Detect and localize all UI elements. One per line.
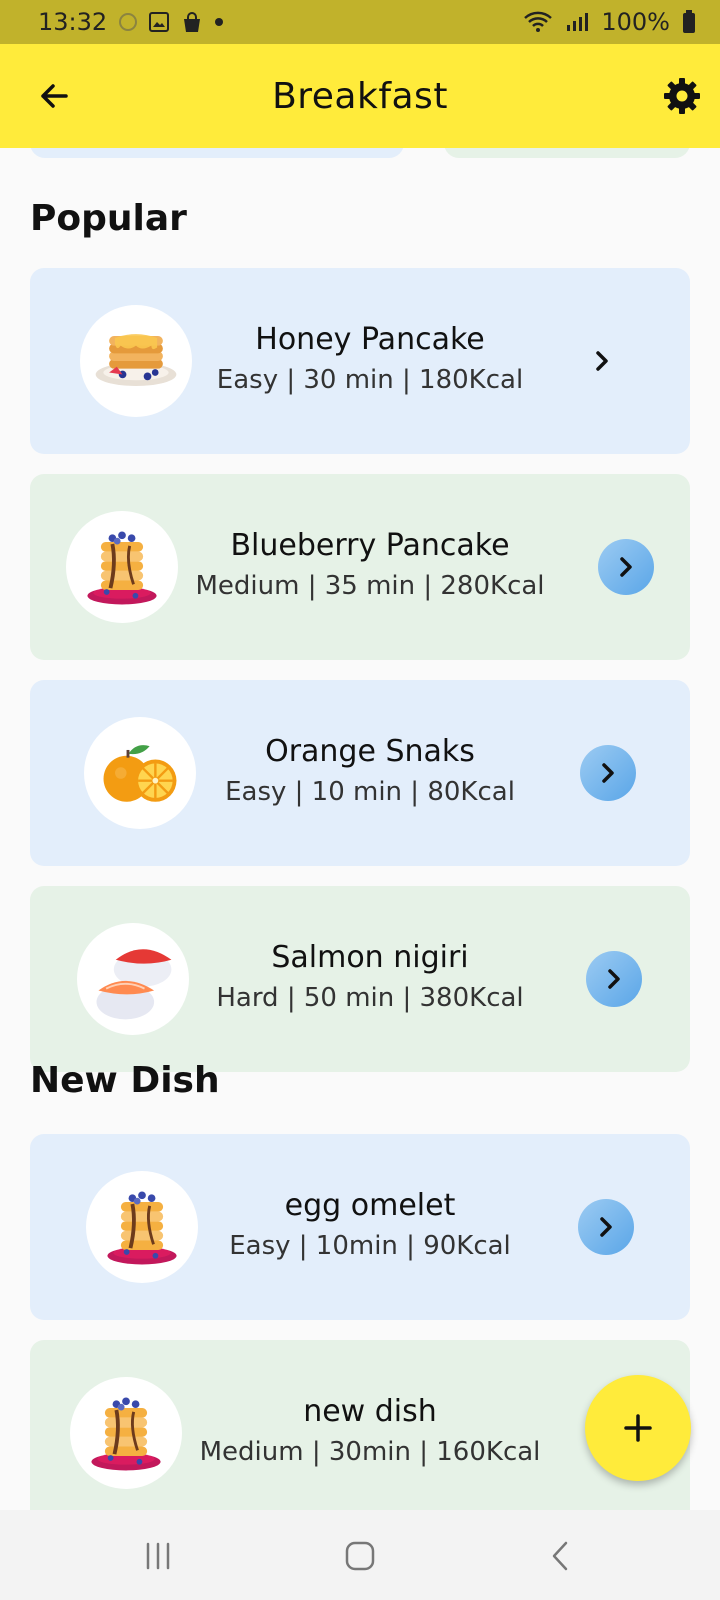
status-bar: 13:32 100%: [0, 0, 720, 44]
arrow-left-icon[interactable]: [32, 74, 76, 118]
page-title: Breakfast: [272, 75, 448, 117]
category-card-peek[interactable]: [30, 148, 404, 158]
status-more-dot-icon: [215, 18, 224, 26]
recipe-info: Salmon nigiri Hard | 50 min | 380Kcal: [170, 938, 570, 1018]
back-nav-icon[interactable]: [538, 1532, 586, 1580]
app-bar: Breakfast: [0, 44, 720, 148]
recipe-name: Blueberry Pancake: [230, 528, 510, 563]
recipe-info: egg omelet Easy | 10min | 90Kcal: [170, 1186, 570, 1266]
home-icon[interactable]: [336, 1532, 384, 1580]
recipe-meta: Medium | 35 min | 280Kcal: [195, 571, 545, 601]
recipe-name: Honey Pancake: [255, 322, 485, 357]
recipe-meta: Easy | 10min | 90Kcal: [229, 1231, 511, 1261]
recipe-name: egg omelet: [284, 1188, 456, 1223]
recipe-meta: Easy | 10 min | 80Kcal: [225, 777, 515, 807]
recipe-name: Orange Snaks: [265, 734, 475, 769]
recipe-meta: Medium | 30min | 160Kcal: [199, 1437, 541, 1467]
recipe-meta: Easy | 30 min | 180Kcal: [216, 365, 524, 395]
system-nav-bar: [0, 1510, 720, 1600]
recipe-info: new dish Medium | 30min | 160Kcal: [170, 1392, 570, 1472]
wifi-icon: [523, 10, 553, 34]
gear-icon[interactable]: [660, 74, 704, 118]
battery-percentage: 100%: [601, 8, 670, 36]
status-time: 13:32: [38, 8, 108, 36]
popular-list[interactable]: Honey Pancake Easy | 30 min | 180Kcal Bl…: [30, 268, 690, 1170]
section-title-new-dish: New Dish: [30, 1060, 220, 1101]
section-title-popular: Popular: [30, 198, 187, 239]
recipe-card[interactable]: Honey Pancake Easy | 30 min | 180Kcal: [30, 268, 690, 454]
category-card-peek[interactable]: [444, 148, 690, 158]
chevron-right-icon[interactable]: [580, 745, 636, 801]
shopping-bag-icon: [181, 11, 203, 33]
recipe-info: Orange Snaks Easy | 10 min | 80Kcal: [170, 732, 570, 812]
pancake-stack-icon: [70, 1377, 182, 1489]
recent-apps-icon[interactable]: [134, 1532, 182, 1580]
chevron-right-icon[interactable]: [598, 539, 654, 595]
plus-icon: [624, 1414, 652, 1442]
recipe-info: Blueberry Pancake Medium | 35 min | 280K…: [170, 526, 570, 606]
recipe-card[interactable]: Orange Snaks Easy | 10 min | 80Kcal: [30, 680, 690, 866]
recipe-card[interactable]: egg omelet Easy | 10min | 90Kcal: [30, 1134, 690, 1320]
recipe-meta: Hard | 50 min | 380Kcal: [216, 983, 524, 1013]
signal-icon: [565, 11, 589, 33]
gallery-icon: [149, 12, 170, 32]
recipe-name: new dish: [303, 1394, 437, 1429]
recipe-card[interactable]: Salmon nigiri Hard | 50 min | 380Kcal: [30, 886, 690, 1072]
chevron-right-icon[interactable]: [578, 1199, 634, 1255]
chevron-right-icon[interactable]: [574, 333, 630, 389]
battery-icon: [682, 10, 696, 34]
chevron-right-icon[interactable]: [586, 951, 642, 1007]
recipe-card[interactable]: Blueberry Pancake Medium | 35 min | 280K…: [30, 474, 690, 660]
recipe-name: Salmon nigiri: [271, 940, 469, 975]
status-notification-icon: [119, 13, 138, 31]
add-recipe-button[interactable]: [585, 1375, 691, 1481]
scroll-content[interactable]: Popular Honey Pancake Easy | 30 min | 18…: [0, 148, 720, 1510]
recipe-info: Honey Pancake Easy | 30 min | 180Kcal: [170, 320, 570, 400]
blueberry-pancake-icon: [66, 511, 178, 623]
